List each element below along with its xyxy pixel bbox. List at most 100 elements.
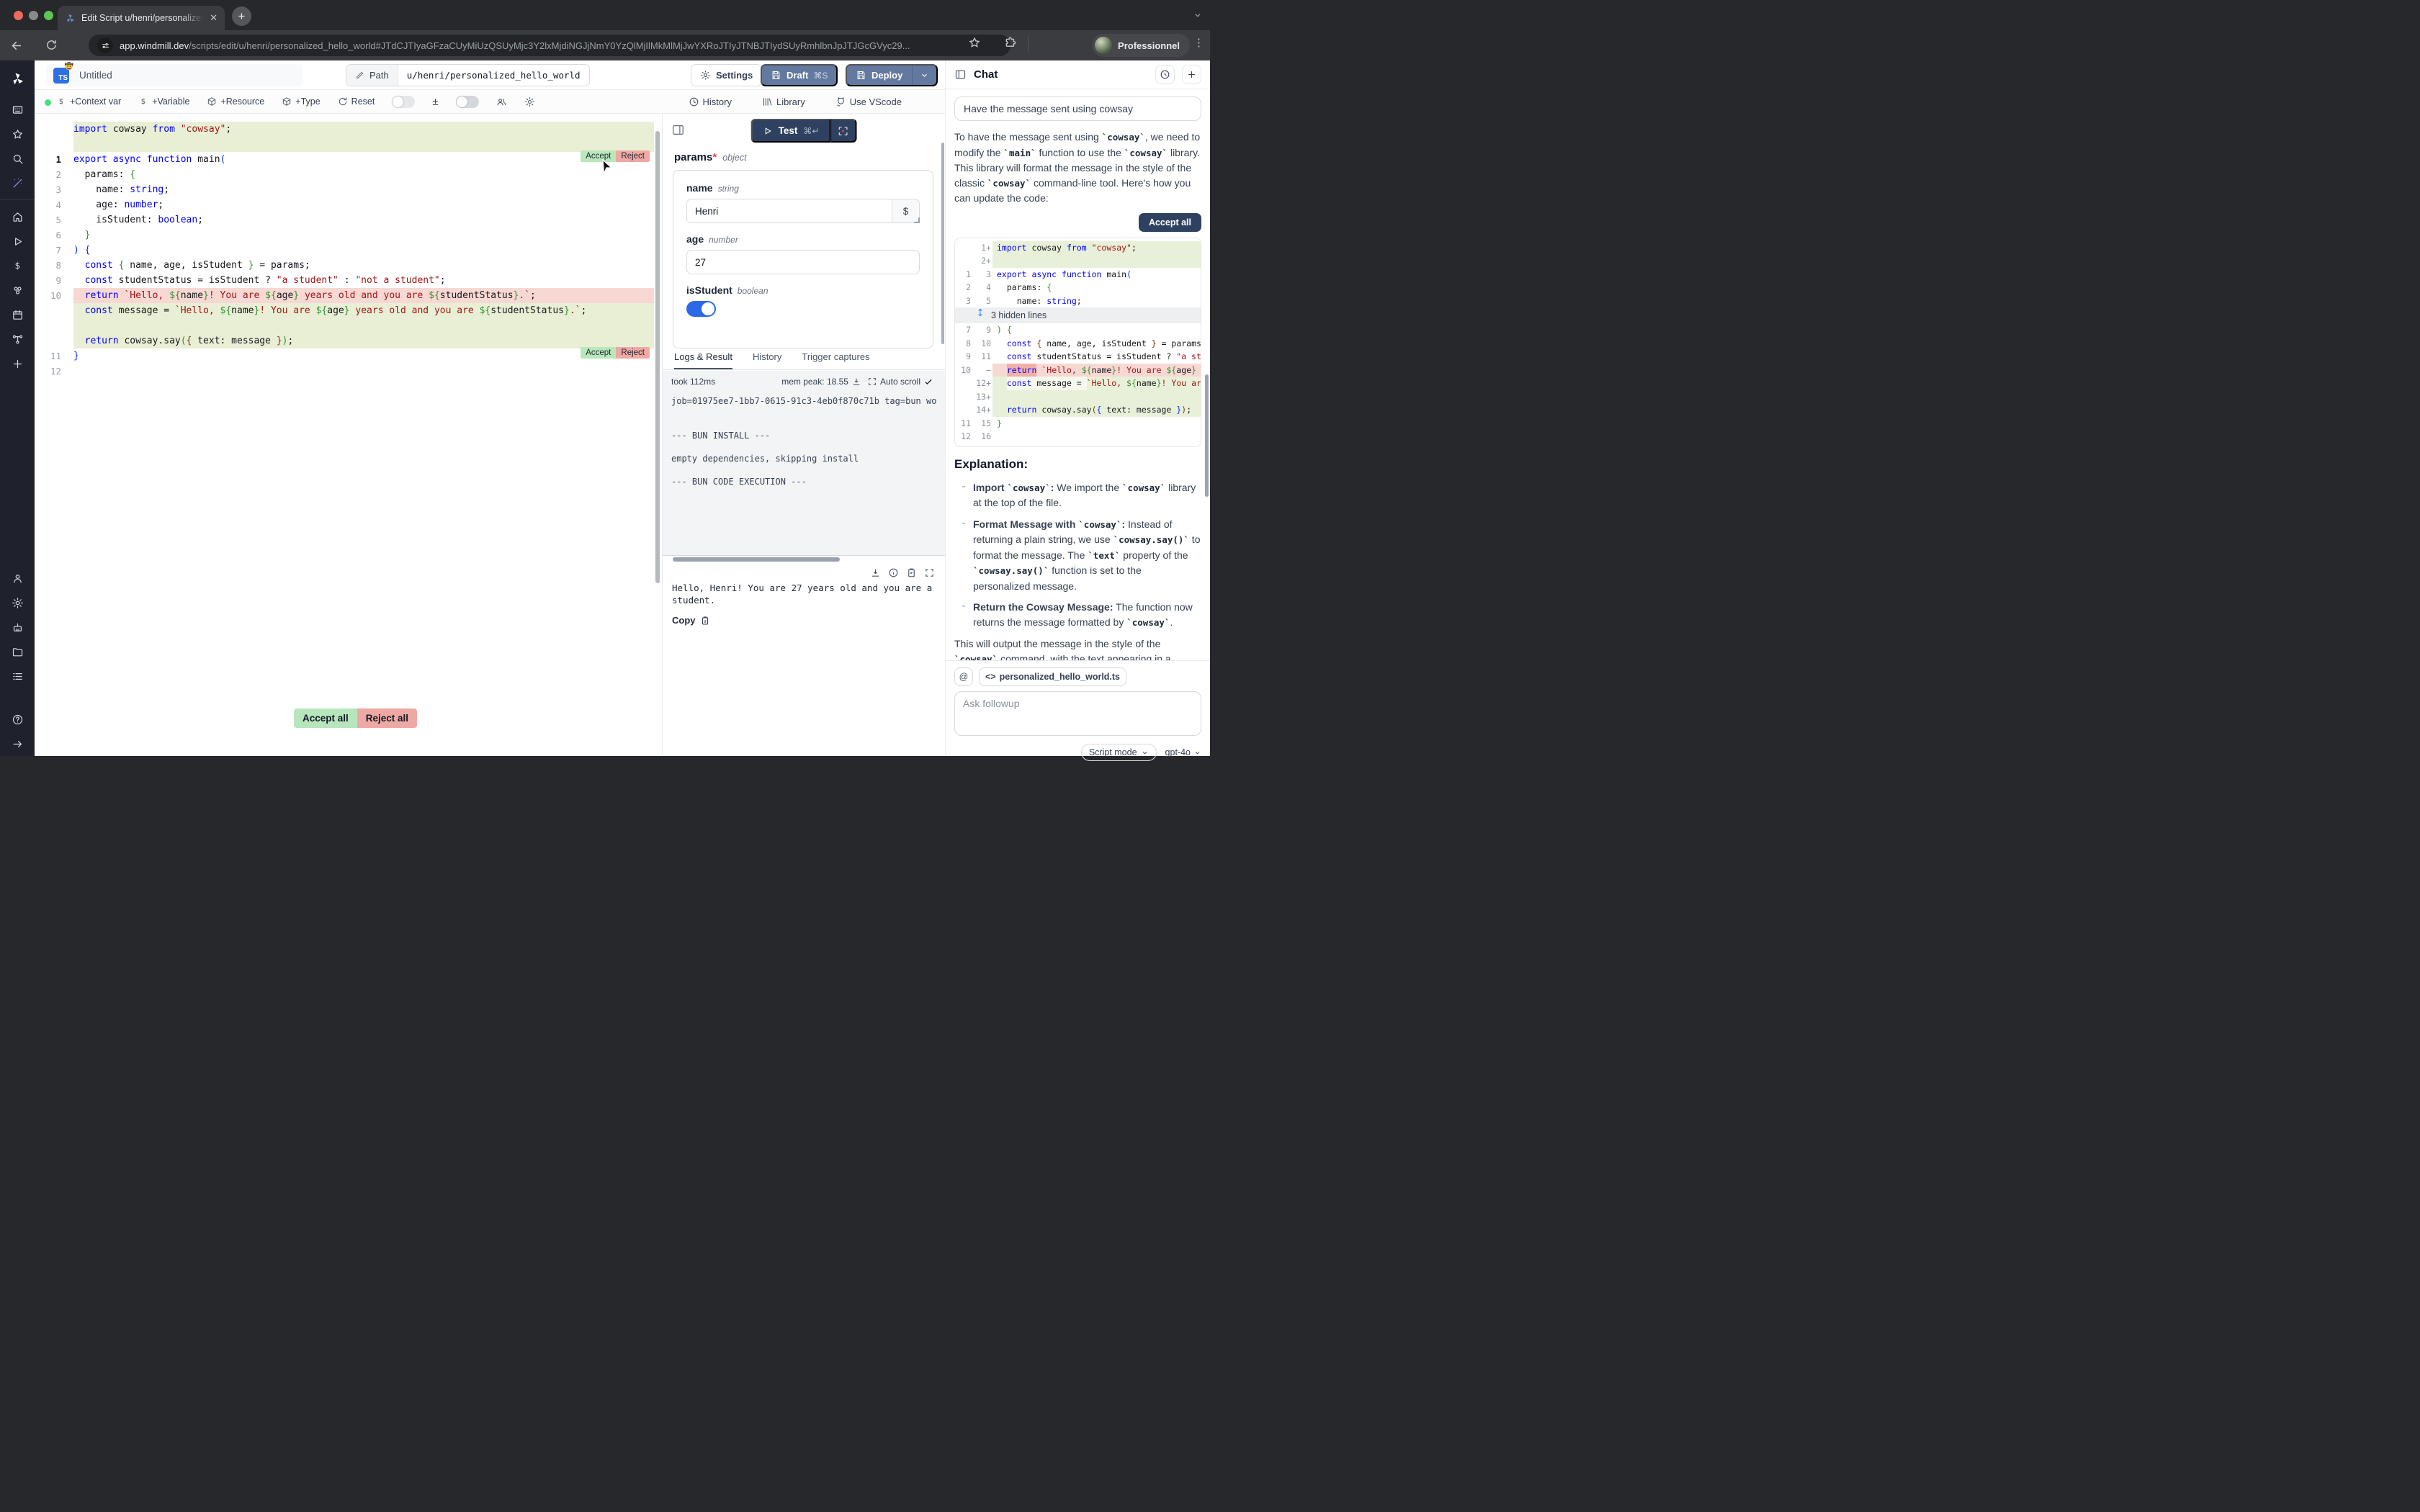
autoscroll-label[interactable]: Auto scroll <box>880 377 920 387</box>
reject-hunk-button[interactable]: Reject <box>616 150 650 162</box>
windmill-logo[interactable] <box>5 67 30 90</box>
mode-select[interactable]: Script mode <box>1081 744 1157 761</box>
play-icon <box>763 126 773 136</box>
new-chat-button[interactable] <box>1182 65 1201 84</box>
toolbar-type[interactable]: +Type <box>282 96 320 107</box>
toolbar-contextvar[interactable]: $+Context var <box>56 96 121 107</box>
workers-icon[interactable] <box>5 616 30 639</box>
age-input[interactable]: 27 <box>686 250 920 274</box>
toolbar-resource[interactable]: +Resource <box>207 96 264 107</box>
flows-icon[interactable] <box>5 328 30 351</box>
ai-builder-icon[interactable] <box>5 171 30 194</box>
model-select[interactable]: gpt-4o <box>1165 747 1201 757</box>
panel-scrollbar[interactable] <box>941 143 944 344</box>
collapse-panel-icon[interactable] <box>671 123 685 137</box>
url-bar[interactable]: app.windmill.dev/scripts/edit/u/henri/pe… <box>89 35 1010 56</box>
settings-button[interactable]: Settings <box>691 64 762 86</box>
traffic-light-close[interactable] <box>14 11 23 20</box>
path-field[interactable]: Path u/henri/personalized_hello_world <box>346 64 590 86</box>
capture-mode-button[interactable] <box>830 119 856 143</box>
line-number <box>35 122 73 137</box>
gear-icon <box>700 70 711 81</box>
folders-icon[interactable] <box>5 640 30 663</box>
home-icon[interactable] <box>5 205 30 228</box>
close-tab-icon[interactable]: ✕ <box>210 12 218 24</box>
runs-icon[interactable] <box>5 230 30 253</box>
chat-messages[interactable]: Have the message sent using cowsay To ha… <box>946 89 1210 660</box>
code-line <box>35 137 654 152</box>
test-button[interactable]: Test⌘↵ <box>751 119 831 143</box>
collapse-chat-icon[interactable] <box>954 68 967 81</box>
svg-text:$: $ <box>141 98 145 106</box>
toolbar-variable[interactable]: $+Variable <box>138 96 189 107</box>
script-title-input[interactable]: Untitled <box>79 70 112 81</box>
save-draft-button[interactable]: Draft⌘S <box>761 64 838 86</box>
download-result-icon[interactable] <box>870 567 881 578</box>
apps-icon[interactable] <box>5 98 30 121</box>
expand-logs-icon[interactable] <box>867 377 877 387</box>
script-title-box[interactable]: TS🤠 Untitled <box>46 64 302 86</box>
avatar <box>1095 37 1112 54</box>
followup-input[interactable] <box>954 691 1201 736</box>
add-icon[interactable] <box>5 352 30 375</box>
editor-settings-icon[interactable] <box>524 96 535 107</box>
browser-menu-icon[interactable]: ⋮ <box>1193 36 1204 49</box>
reload-icon[interactable] <box>45 39 58 52</box>
search-icon[interactable] <box>5 147 30 170</box>
multiplayer-toggle[interactable] <box>456 96 479 108</box>
variables-icon[interactable]: $ <box>5 254 30 277</box>
new-tab-button[interactable]: + <box>232 6 251 26</box>
accept-hunk-button[interactable]: Accept <box>581 347 616 359</box>
toolbar-actions: $+Context var $+Variable +Resource +Type Res… <box>56 96 535 108</box>
horizontal-scrollbar[interactable] <box>673 557 840 562</box>
editor-scrollbar[interactable] <box>655 131 660 583</box>
expand-result-icon[interactable] <box>924 567 935 578</box>
settings-icon[interactable] <box>5 591 30 614</box>
reject-all-button[interactable]: Reject all <box>357 708 417 728</box>
name-input[interactable]: Henri$ <box>686 199 920 223</box>
deploy-button[interactable]: Deploy <box>846 64 938 86</box>
schedules-icon[interactable] <box>5 303 30 326</box>
help-icon[interactable] <box>5 708 30 731</box>
code-line: const message = `Hello, ${name}! You are… <box>35 303 654 318</box>
site-settings-icon[interactable] <box>97 37 113 53</box>
boolean-toggle[interactable] <box>686 301 716 317</box>
favorites-icon[interactable] <box>5 122 30 145</box>
reject-hunk-button[interactable]: Reject <box>616 347 650 359</box>
download-logs-icon[interactable] <box>851 377 861 387</box>
traffic-light-zoom[interactable] <box>44 11 53 20</box>
code-line: 12 <box>35 364 654 379</box>
bookmark-star-icon[interactable] <box>968 36 981 49</box>
clipboard-icon[interactable] <box>906 567 917 578</box>
tab-history[interactable]: History <box>753 351 781 369</box>
chat-accept-all-button[interactable]: Accept all <box>1139 213 1201 232</box>
traffic-light-minimize[interactable] <box>29 11 38 20</box>
toolbar-reset[interactable]: Reset <box>338 96 375 107</box>
audit-logs-icon[interactable] <box>5 665 30 688</box>
user-icon[interactable] <box>5 567 30 590</box>
resources-icon[interactable] <box>5 279 30 302</box>
toolbar-history[interactable]: History <box>689 96 732 107</box>
extensions-icon[interactable] <box>1004 36 1017 49</box>
browser-profile-chip[interactable]: Professionnel <box>1092 34 1190 57</box>
back-icon[interactable] <box>10 39 24 53</box>
collapse-sidebar-icon[interactable] <box>5 732 30 755</box>
browser-tab[interactable]: Edit Script u/henri/personalized_hello_w… <box>58 6 225 30</box>
context-file-chip[interactable]: <>personalized_hello_world.ts <box>979 667 1126 686</box>
info-icon[interactable] <box>888 567 899 578</box>
diff-mode-toggle[interactable] <box>392 96 415 108</box>
tab-search-icon[interactable] <box>1193 9 1203 22</box>
chat-history-button[interactable] <box>1155 65 1175 84</box>
hidden-lines-row[interactable]: 3 hidden lines <box>955 307 1201 323</box>
tab-trigger-captures[interactable]: Trigger captures <box>802 351 869 369</box>
toolbar-library[interactable]: Library <box>762 96 805 107</box>
chat-scrollbar[interactable] <box>1205 374 1209 497</box>
deploy-dropdown[interactable] <box>912 66 936 85</box>
code-editor[interactable]: import cowsay from "cowsay";1export asyn… <box>35 114 661 756</box>
copy-result-button[interactable]: Copy <box>672 615 710 626</box>
tab-logs---result[interactable]: Logs & Result <box>674 351 732 369</box>
history-icon <box>1160 69 1170 80</box>
toolbar-use-vscode[interactable]: Use VScode <box>835 96 902 107</box>
accept-all-button[interactable]: Accept all <box>294 708 357 728</box>
mention-button[interactable]: @ <box>954 667 973 686</box>
